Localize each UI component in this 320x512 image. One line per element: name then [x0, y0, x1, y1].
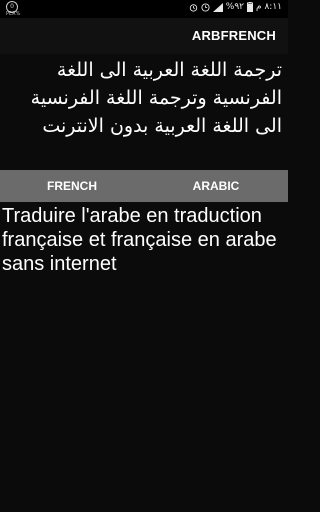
status-right: %٩٢ ٨:١١ م — [189, 2, 282, 12]
signal-icon — [212, 2, 223, 12]
app-title: ARBFRENCH — [191, 28, 276, 43]
alarm-icon — [189, 3, 197, 12]
battery-icon — [247, 2, 254, 12]
status-time: ٨:١١ م — [256, 2, 282, 12]
app-bar: ARBFRENCH — [0, 18, 288, 54]
arabic-text: ترجمة اللغة العربية الى اللغة الفرنسية و… — [30, 59, 282, 137]
tab-french[interactable]: FRENCH — [0, 170, 144, 202]
status-bar: 0 PER% %٩٢ ٨:١١ م — [0, 0, 288, 18]
app-screen: 0 PER% %٩٢ ٨:١١ م ARBFRENCH ترجمة اللغة … — [0, 0, 288, 512]
language-tabs: FRENCH ARABIC — [0, 170, 288, 202]
clock-icon — [201, 2, 210, 12]
tab-arabic[interactable]: ARABIC — [144, 170, 288, 202]
battery-percent: %٩٢ — [225, 2, 245, 12]
status-left-text: PER% — [6, 11, 21, 17]
french-text: Traduire l'arabe en traduction française… — [2, 205, 277, 275]
